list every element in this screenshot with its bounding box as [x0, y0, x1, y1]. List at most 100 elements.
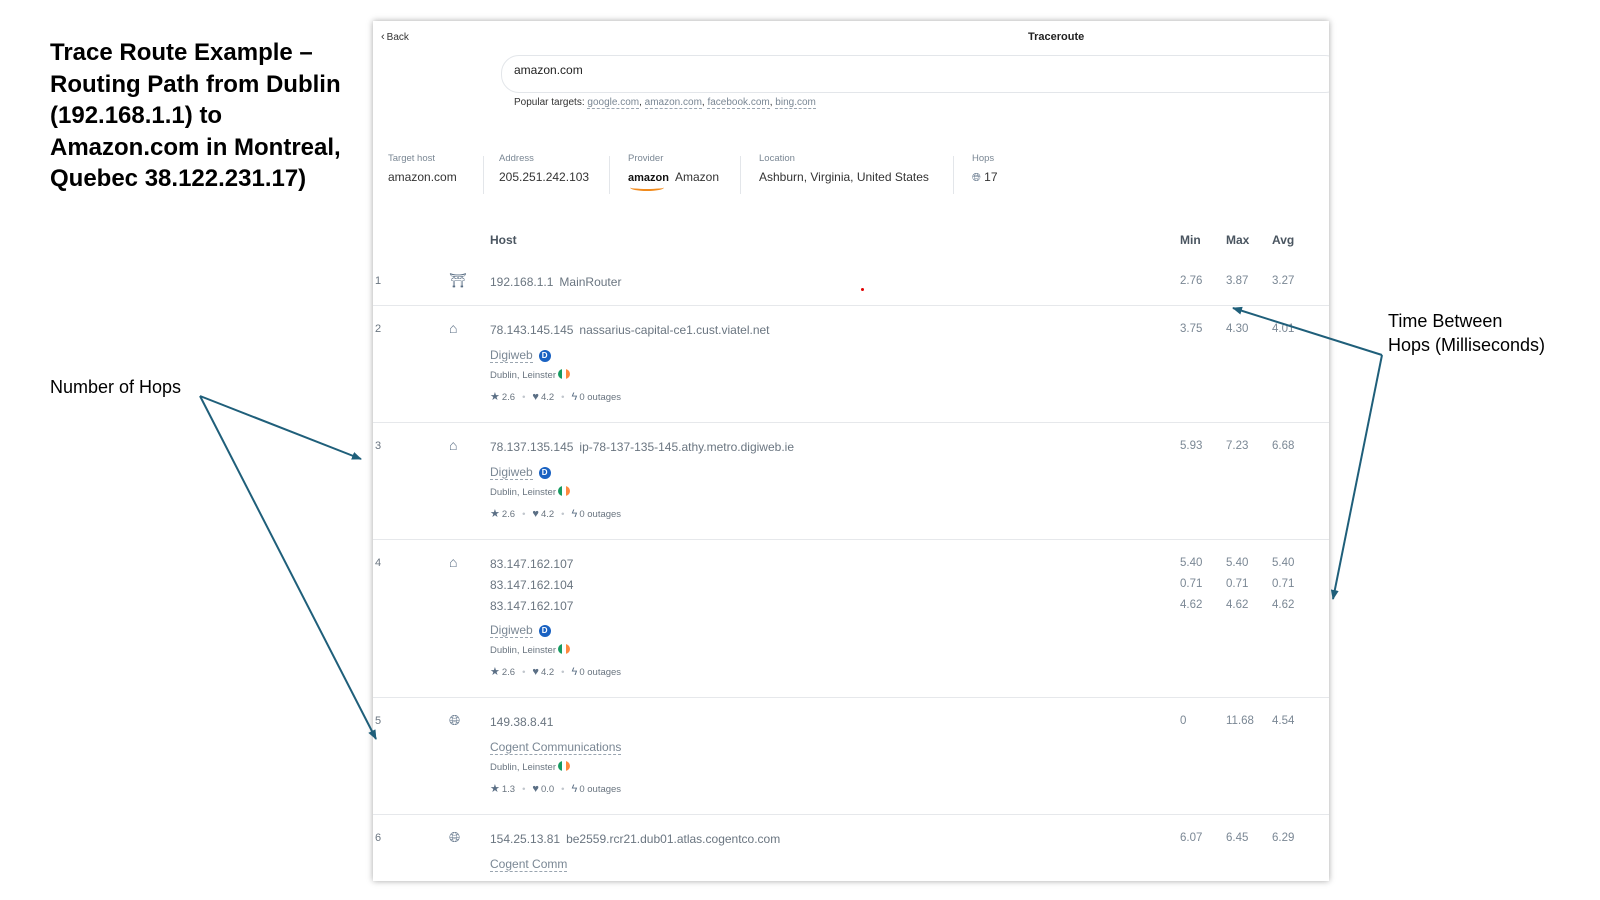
ireland-flag-icon [558, 761, 571, 771]
star-icon: ★ [490, 783, 500, 795]
hop-location: Dublin, Leinster [490, 761, 571, 773]
hop-location: Dublin, Leinster [490, 369, 571, 381]
divider [483, 156, 484, 194]
star-icon: ★ [490, 391, 500, 403]
search-value: amazon.com [514, 63, 583, 77]
divider [953, 156, 954, 194]
hop-host: 154.25.13.81 be2559.rcr21.dub01.atlas.cog… [490, 832, 781, 846]
chevron-left-icon: ‹ [381, 31, 385, 43]
max-value: 7.23 [1226, 440, 1249, 452]
home-icon: ⌂ [449, 437, 458, 453]
location-value: Ashburn, Virginia, United States [759, 170, 929, 184]
provider-info: Provider amazon Amazon [628, 153, 719, 191]
slide-title: Trace Route Example – Routing Path from … [50, 39, 341, 192]
min-value: 4.62 [1180, 599, 1203, 611]
bolt-icon: ϟ [571, 783, 578, 795]
provider-value: Amazon [674, 170, 719, 184]
max-value: 11.68 [1226, 715, 1254, 727]
column-header-min: Min [1180, 233, 1201, 247]
target-host-label: Target host [388, 153, 435, 164]
min-value: 5.93 [1180, 440, 1203, 452]
provider-link[interactable]: Digiweb D [490, 346, 551, 364]
hops-arrow-to-hop-5 [199, 395, 377, 740]
provider-badge-icon: D [538, 625, 551, 637]
address-value: 205.251.242.103 [499, 170, 590, 184]
home-icon: ⌂ [449, 320, 458, 336]
max-value: 5.40 [1226, 557, 1249, 569]
provider-link[interactable]: Cogent Comm [490, 855, 568, 873]
provider-link[interactable]: Digiweb D [490, 463, 551, 481]
min-value: 5.40 [1180, 557, 1203, 569]
hop-host: 83.147.162.104 [490, 578, 574, 592]
router-icon: ⛩︎ [449, 272, 467, 288]
heart-icon: ♥ [532, 783, 539, 795]
hops-info: Hops 🌐︎ 17 [972, 153, 998, 185]
address-label: Address [499, 153, 534, 164]
max-value: 0.71 [1226, 578, 1249, 590]
bolt-icon: ϟ [571, 508, 578, 520]
hop-host: 83.147.162.107 [490, 557, 574, 571]
row-divider [373, 539, 1329, 540]
hop-stats: ★ 2.6 • ♥ 4.2 • ϟ 0 outages [490, 391, 622, 403]
min-value: 0.71 [1180, 578, 1203, 590]
number-of-hops-label: Number of Hops [50, 377, 182, 397]
row-divider [373, 814, 1329, 815]
avg-value: 4.01 [1272, 323, 1295, 335]
hop-stats: ★ 2.6 • ♥ 4.2 • ϟ 0 outages [490, 508, 622, 520]
divider [609, 156, 610, 194]
provider-badge-icon: D [538, 467, 551, 479]
provider-label: Provider [628, 153, 664, 164]
divider [740, 156, 741, 194]
heart-icon: ♥ [532, 666, 539, 678]
star-icon: ★ [490, 508, 500, 520]
hop-number: 6 [375, 832, 382, 844]
location-info: Location Ashburn, Virginia, United State… [759, 153, 929, 184]
back-button[interactable]: ‹ Back [381, 31, 409, 43]
time-arrow-to-hop-4 [1330, 354, 1383, 600]
search-input[interactable] [501, 55, 1329, 93]
popular-targets-label: Popular targets: [514, 97, 585, 108]
popular-target-link[interactable]: bing.com [775, 97, 816, 109]
ireland-flag-icon [558, 369, 571, 379]
avg-value: 0.71 [1272, 578, 1295, 590]
globe-icon: 🌐︎ [972, 172, 981, 184]
cursor-dot [861, 288, 864, 291]
popular-targets: Popular targets: google.com, amazon.com,… [514, 97, 816, 109]
popular-target-link[interactable]: facebook.com [707, 97, 770, 109]
hop-number: 1 [375, 275, 382, 287]
address-info: Address 205.251.242.103 [499, 153, 589, 184]
avg-value: 4.54 [1272, 715, 1295, 727]
avg-value: 5.40 [1272, 557, 1295, 569]
avg-value: 6.29 [1272, 832, 1295, 844]
avg-value: 4.62 [1272, 599, 1295, 611]
hop-stats: ★ 2.6 • ♥ 4.2 • ϟ 0 outages [490, 666, 622, 678]
hops-value: 17 [984, 170, 998, 184]
avg-value: 3.27 [1272, 275, 1295, 287]
row-divider [373, 305, 1329, 306]
traceroute-screenshot: ‹ Back Traceroute amazon.com Popular targ… [373, 21, 1329, 881]
min-value: 3.75 [1180, 323, 1203, 335]
app-title: Traceroute [1028, 31, 1085, 43]
row-divider [373, 697, 1329, 698]
max-value: 6.45 [1226, 832, 1249, 844]
time-between-hops-label: Time Between Hops (Milliseconds) [1388, 311, 1546, 355]
popular-target-link[interactable]: amazon.com [644, 97, 702, 109]
amazon-logo: amazon [628, 172, 669, 191]
globe-icon: 🌐︎ [449, 712, 461, 728]
max-value: 3.87 [1226, 275, 1249, 287]
hop-number: 4 [375, 557, 382, 569]
hop-stats: ★ 1.3 • ♥ 0.0 • ϟ 0 outages [490, 783, 622, 795]
back-label: Back [386, 32, 409, 43]
provider-link[interactable]: Cogent Communications [490, 738, 622, 756]
avg-value: 6.68 [1272, 440, 1295, 452]
globe-icon: 🌐︎ [449, 829, 461, 845]
row-divider [373, 422, 1329, 423]
hop-host: 78.137.135.145 ip-78-137-135-145.athy.met… [490, 440, 794, 454]
min-value: 6.07 [1180, 832, 1203, 844]
max-value: 4.62 [1226, 599, 1249, 611]
min-value: 2.76 [1180, 275, 1203, 287]
location-label: Location [759, 153, 795, 164]
hop-number: 3 [375, 440, 382, 452]
popular-target-link[interactable]: google.com [587, 97, 640, 109]
provider-link[interactable]: Digiweb D [490, 621, 551, 639]
